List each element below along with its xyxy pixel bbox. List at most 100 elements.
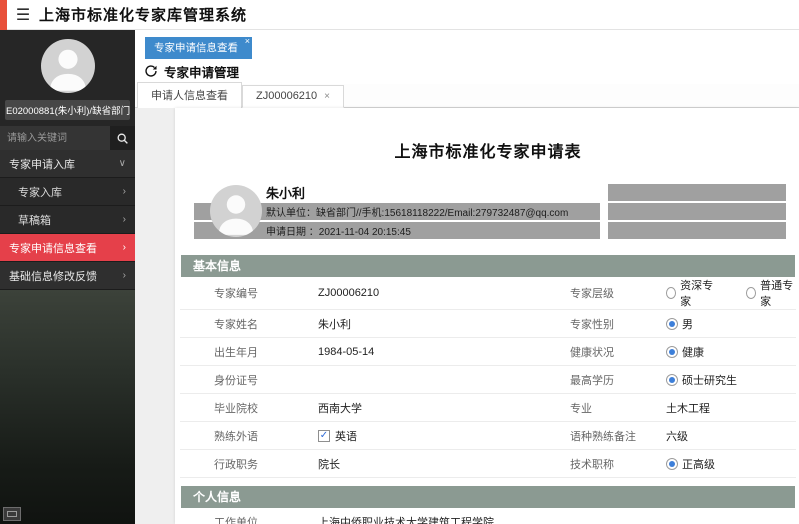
content-area: 上海市标准化专家申请表 朱小利: [135, 108, 799, 524]
radio-gender-male[interactable]: 男: [666, 316, 796, 332]
field-label: 语种熟练备注: [570, 428, 666, 444]
form-row: 出生年月 1984-05-14 健康状况 健康: [180, 338, 796, 366]
menu-label: 专家申请信息查看: [9, 240, 97, 256]
page-title: 专家申请管理: [164, 62, 239, 81]
radio-label: 硕士研究生: [682, 372, 737, 388]
hamburger-menu-icon[interactable]: ☰: [7, 5, 39, 25]
radio-label: 男: [682, 316, 693, 332]
field-label: 专家编号: [214, 285, 318, 301]
tab-applicant-info[interactable]: 申请人信息查看: [137, 82, 242, 108]
field-label: 专家性别: [570, 316, 666, 332]
radio-circle: [746, 287, 756, 299]
expert-level-options: 资深专家 普通专家: [666, 277, 796, 309]
field-label: 技术职称: [570, 456, 666, 472]
checkbox-english[interactable]: ✓ 英语: [318, 428, 570, 444]
language-note-value: 六级: [666, 428, 796, 444]
sidebar-menu: 专家申请入库 ∨ 专家入库 › 草稿箱 › 专家申请信息查看 › 基础信息修改反…: [0, 150, 135, 290]
field-label: 毕业院校: [214, 400, 318, 416]
person-icon: [210, 185, 262, 237]
field-label: 专家姓名: [214, 316, 318, 332]
brand-stripe: [0, 0, 7, 30]
form-row: 熟练外语 ✓ 英语 语种熟练备注 六级: [180, 422, 796, 450]
work-unit-value: 上海中侨职业技术大学建筑工程学院: [318, 514, 796, 524]
content-tabbar: 申请人信息查看 ZJ00006210 ×: [135, 84, 799, 108]
open-view-tab-label: 专家申请信息查看: [154, 42, 238, 54]
menu-item-application-info-view[interactable]: 专家申请信息查看 ›: [0, 234, 135, 262]
chevron-right-icon: ›: [123, 270, 126, 281]
expert-name-value: 朱小利: [318, 316, 570, 332]
profile-side-bar: [608, 184, 786, 201]
applicant-profile-banner: 朱小利 默认单位：缺省部门//手机:15618118222/Email:2797…: [194, 184, 786, 239]
form-row: 工作单位 上海中侨职业技术大学建筑工程学院: [180, 508, 796, 524]
page-header: 专家申请管理: [135, 58, 799, 84]
close-icon[interactable]: ×: [324, 91, 330, 102]
form-row: 毕业院校 西南大学 专业 土木工程: [180, 394, 796, 422]
radio-senior-expert[interactable]: 资深专家: [666, 277, 716, 309]
field-label: 专业: [570, 400, 666, 416]
radio-label: 健康: [682, 344, 704, 360]
tab-expert-record[interactable]: ZJ00006210 ×: [242, 85, 344, 108]
search-button[interactable]: [110, 126, 135, 150]
radio-circle: [666, 458, 678, 470]
chevron-right-icon: ›: [123, 186, 126, 197]
person-icon: [41, 39, 95, 93]
field-label: 健康状况: [570, 344, 666, 360]
sidebar-avatar-wrap: [0, 30, 135, 99]
radio-circle: [666, 318, 678, 330]
refresh-icon: [144, 64, 158, 78]
menu-label: 草稿箱: [18, 212, 51, 228]
menu-item-expert-entry[interactable]: 专家入库 ›: [0, 178, 135, 206]
profile-row-name: 朱小利: [194, 184, 786, 201]
expert-number-value: ZJ00006210: [318, 287, 570, 299]
chevron-right-icon: ›: [123, 242, 126, 253]
radio-circle: [666, 346, 678, 358]
field-label: 身份证号: [214, 372, 318, 388]
open-view-tab[interactable]: 专家申请信息查看 ×: [145, 37, 252, 59]
sidebar: E02000881(朱小利)/缺省部门 专家申请入库 ∨ 专家入库 › 草稿箱 …: [0, 30, 135, 524]
radio-circle: [666, 287, 676, 299]
field-label: 最高学历: [570, 372, 666, 388]
applicant-name: 朱小利: [266, 184, 305, 201]
birth-date-value: 1984-05-14: [318, 346, 570, 358]
field-label: 工作单位: [214, 514, 318, 524]
radio-degree-master[interactable]: 硕士研究生: [666, 372, 796, 388]
radio-normal-expert[interactable]: 普通专家: [746, 277, 796, 309]
school-value: 西南大学: [318, 400, 570, 416]
form-row: 身份证号 最高学历 硕士研究生: [180, 366, 796, 394]
profile-row-info: 默认单位：缺省部门//手机:15618118222/Email:27973248…: [194, 203, 786, 220]
bottom-corner-button[interactable]: [3, 507, 21, 521]
radio-label: 资深专家: [680, 277, 716, 309]
sidebar-search: [0, 126, 135, 150]
top-bar: ☰ 上海市标准化专家库管理系统: [0, 0, 799, 30]
field-label: 专家层级: [570, 285, 666, 301]
user-avatar: [41, 39, 95, 93]
profile-side-bar: [608, 222, 786, 239]
radio-label: 普通专家: [760, 277, 796, 309]
close-icon[interactable]: ×: [245, 36, 250, 46]
form-title: 上海市标准化专家申请表: [180, 108, 796, 184]
field-label: 熟练外语: [214, 428, 318, 444]
search-input[interactable]: [0, 126, 110, 150]
sidebar-background-photo: [0, 290, 135, 524]
application-form-panel: 上海市标准化专家申请表 朱小利: [175, 108, 799, 524]
form-row: 行政职务 院长 技术职称 正高级: [180, 450, 796, 478]
menu-group-expert-apply[interactable]: 专家申请入库 ∨: [0, 150, 135, 178]
app-title: 上海市标准化专家库管理系统: [39, 4, 247, 25]
admin-job-value: 院长: [318, 456, 570, 472]
major-value: 土木工程: [666, 400, 796, 416]
tab-label: 申请人信息查看: [151, 87, 228, 103]
checkbox-box: ✓: [318, 430, 330, 442]
radio-health-good[interactable]: 健康: [666, 344, 796, 360]
applicant-avatar: [210, 185, 262, 237]
profile-rows: 朱小利 默认单位：缺省部门//手机:15618118222/Email:2797…: [194, 184, 786, 239]
menu-item-drafts[interactable]: 草稿箱 ›: [0, 206, 135, 234]
menu-label: 基础信息修改反馈: [9, 268, 97, 284]
radio-tech-title-senior[interactable]: 正高级: [666, 456, 796, 472]
search-icon: [116, 132, 129, 145]
field-label: 行政职务: [214, 456, 318, 472]
form-row: 专家编号 ZJ00006210 专家层级 资深专家 普通专家: [180, 277, 796, 310]
radio-label: 正高级: [682, 456, 715, 472]
menu-item-basic-info-feedback[interactable]: 基础信息修改反馈 ›: [0, 262, 135, 290]
section-gap: [180, 478, 796, 486]
checkbox-label: 英语: [335, 428, 357, 444]
